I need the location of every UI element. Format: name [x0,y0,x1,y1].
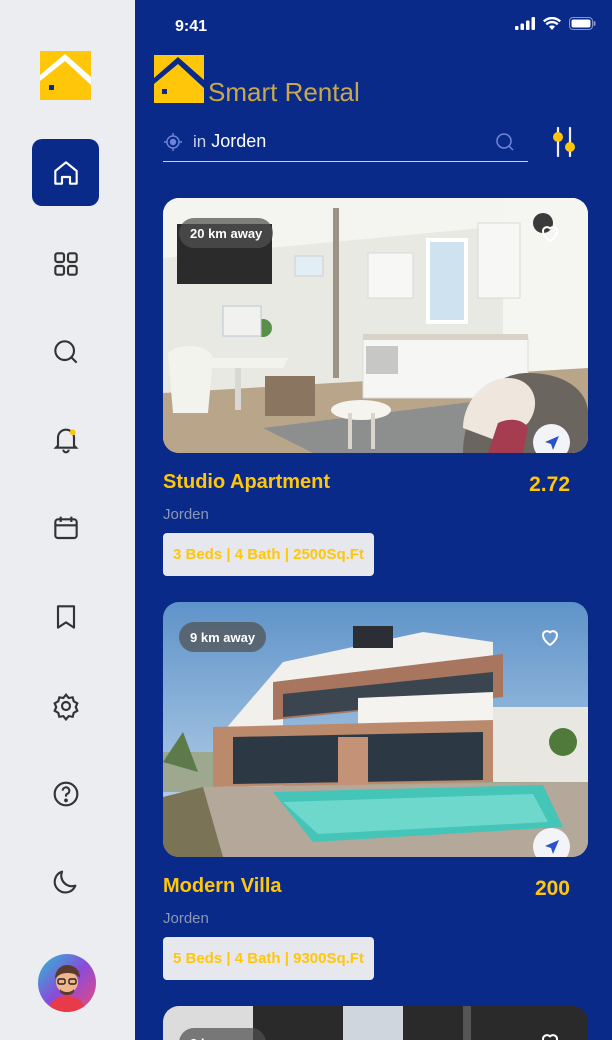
listing-photo: 8 km away [163,1006,588,1040]
directions-button[interactable] [533,828,570,857]
listing-card[interactable]: 20 km away Studio Apartment 2.72 Jorden … [163,198,588,576]
listing-title: Studio Apartment [163,471,331,493]
filter-icon[interactable] [549,126,579,158]
listing-card[interactable]: 8 km away [163,1006,588,1040]
heart-icon[interactable] [538,625,562,649]
distance-badge: 8 km away [179,1028,267,1040]
nav-settings[interactable] [32,672,99,739]
nav-help[interactable] [32,760,99,827]
moon-icon [53,870,76,893]
location-target-icon [164,132,182,151]
gear-icon [52,692,79,721]
search-bar[interactable]: in Jorden [163,122,528,162]
nav-calendar[interactable] [32,494,99,561]
sidebar [0,0,135,1040]
logo-icon [40,51,91,100]
nav-notifications[interactable] [32,405,99,472]
search-input[interactable]: Jorden [211,131,494,152]
navigation-arrow-icon [544,435,559,450]
listing-specs: 5 Beds | 4 Bath | 9300Sq.Ft [163,937,374,980]
directions-button[interactable] [533,424,570,453]
listing-photo: 20 km away [163,198,588,453]
home-icon [53,160,78,185]
search-icon[interactable] [494,131,516,153]
calendar-icon [53,516,78,539]
nav-search[interactable] [32,318,99,385]
navigation-arrow-icon [544,839,559,854]
grid-icon [53,251,78,276]
listing-location: Jorden [163,506,209,523]
listing-price: 200 [534,877,570,900]
listing-price: 2.72 [529,473,570,496]
heart-icon[interactable] [538,1029,562,1040]
distance-badge: 20 km away [179,218,274,248]
search-prefix: in [193,131,207,151]
nav-dashboard[interactable] [32,230,99,297]
search-icon [53,339,77,363]
brand-name: Smart Rental [208,77,360,107]
bookmark-icon [56,604,75,629]
listing-title: Modern Villa [163,875,282,897]
help-icon [53,781,78,806]
brand-logo-icon [154,55,204,103]
wifi-icon [543,17,561,30]
listing-photo: 9 km away [163,602,588,857]
signal-icon [515,17,535,30]
avatar-image [38,954,96,1012]
heart-icon[interactable] [538,221,562,245]
listing-specs: 3 Beds | 4 Bath | 2500Sq.Ft [163,533,374,576]
listing-card[interactable]: 9 km away Modern Villa 200 Jorden 5 Beds… [163,602,588,980]
listing-location: Jorden [163,910,209,927]
battery-icon [569,17,596,30]
bell-icon [52,428,79,453]
nav-dark-mode[interactable] [32,847,99,914]
nav-home[interactable] [32,139,99,206]
nav-saved[interactable] [32,583,99,650]
status-time: 9:41 [175,18,208,35]
distance-badge: 9 km away [179,622,267,652]
status-icons [515,17,596,30]
avatar[interactable] [38,954,96,1012]
main-content: 9:41 Smart Rental in Jorden 20 km away S… [135,0,612,1040]
